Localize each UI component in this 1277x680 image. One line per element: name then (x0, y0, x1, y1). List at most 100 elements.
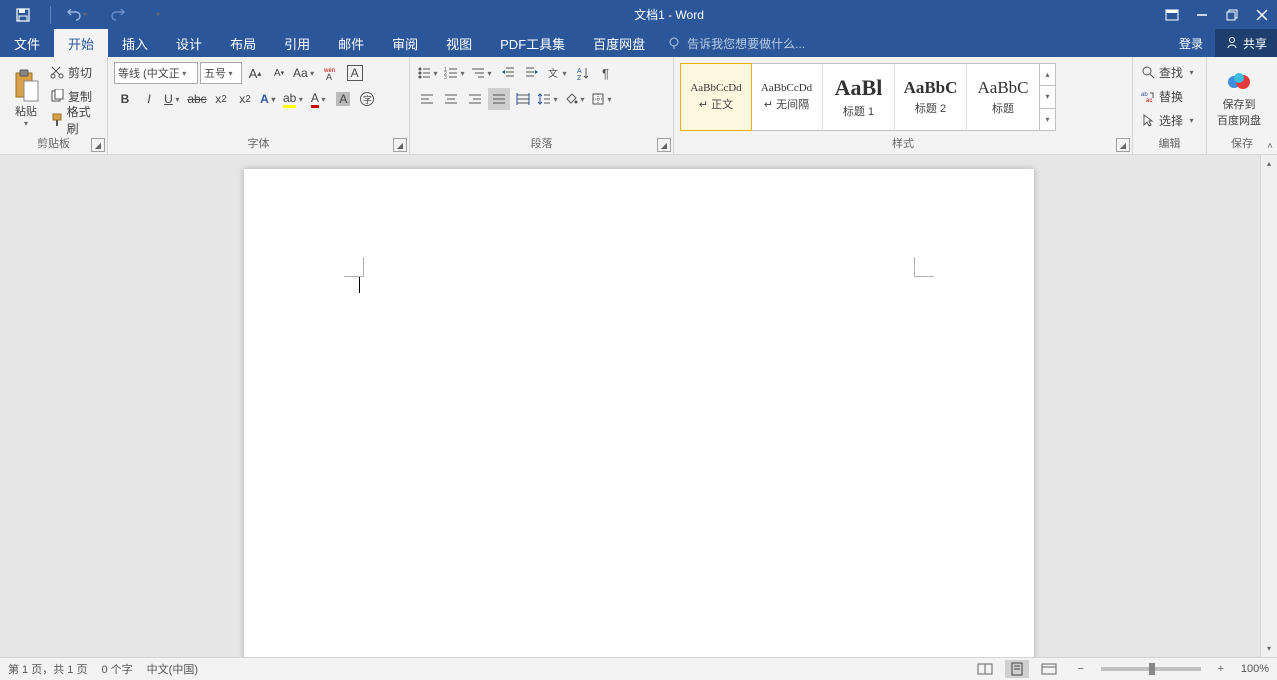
qat-customize-button[interactable]: ▾ (143, 0, 173, 29)
asian-layout-button[interactable]: 文▾ (545, 62, 570, 84)
status-page[interactable]: 第 1 页，共 1 页 (8, 661, 87, 677)
gallery-expand[interactable]: ▾ (1040, 109, 1055, 130)
italic-button[interactable]: I (138, 88, 160, 110)
numbering-button[interactable]: 123▾ (443, 62, 468, 84)
zoom-slider[interactable] (1101, 667, 1201, 671)
multilevel-list-button[interactable]: ▾ (470, 62, 495, 84)
shading-button[interactable]: ▾ (563, 88, 588, 110)
minimize-button[interactable] (1187, 0, 1217, 29)
justify-button[interactable] (488, 88, 510, 110)
style-title[interactable]: AaBbC 标题 (967, 64, 1039, 130)
group-label-editing: 编辑 (1133, 135, 1206, 154)
tab-layout[interactable]: 布局 (216, 29, 270, 57)
font-name-combo[interactable]: 等线 (中文正▾ (114, 62, 198, 84)
decrease-indent-button[interactable] (497, 62, 519, 84)
show-marks-button[interactable]: ¶ (596, 62, 618, 84)
group-clipboard: 粘贴 ▾ 剪切 复制 格式刷 剪贴板 ◢ (0, 57, 108, 154)
tab-pdf[interactable]: PDF工具集 (486, 29, 579, 57)
tab-references[interactable]: 引用 (270, 29, 324, 57)
tab-design[interactable]: 设计 (162, 29, 216, 57)
scroll-down-button[interactable]: ▾ (1261, 640, 1277, 657)
ribbon-options-button[interactable] (1157, 0, 1187, 29)
chevron-down-icon[interactable]: ▾ (81, 10, 90, 19)
sort-button[interactable]: AZ (572, 62, 594, 84)
enclose-characters-button[interactable]: 字 (356, 88, 378, 110)
zoom-thumb[interactable] (1149, 663, 1155, 675)
phonetic-guide-button[interactable]: wénA (320, 62, 342, 84)
tab-home[interactable]: 开始 (54, 29, 108, 57)
change-case-button[interactable]: Aa▾ (292, 62, 318, 84)
zoom-level[interactable]: 100% (1241, 663, 1269, 675)
style-heading2[interactable]: AaBbC 标题 2 (895, 64, 967, 130)
style-name: 标题 (992, 100, 1014, 116)
save-to-baidu-button[interactable]: 保存到 百度网盘 (1213, 61, 1265, 135)
gallery-scroll-up[interactable]: ▴ (1040, 64, 1055, 86)
tab-view[interactable]: 视图 (432, 29, 486, 57)
highlight-button[interactable]: ab▾ (282, 88, 306, 110)
gallery-scroll-down[interactable]: ▾ (1040, 86, 1055, 108)
restore-button[interactable] (1217, 0, 1247, 29)
format-painter-button[interactable]: 格式刷 (48, 109, 101, 131)
text-effects-button[interactable]: A▾ (258, 88, 280, 110)
clipboard-launcher[interactable]: ◢ (91, 138, 105, 152)
paste-button[interactable]: 粘贴 ▾ (6, 61, 46, 135)
select-button[interactable]: 选择▾ (1139, 109, 1198, 131)
login-button[interactable]: 登录 (1167, 29, 1215, 57)
bold-button[interactable]: B (114, 88, 136, 110)
find-button[interactable]: 查找▾ (1139, 61, 1198, 83)
increase-indent-button[interactable] (521, 62, 543, 84)
align-left-button[interactable] (416, 88, 438, 110)
collapse-ribbon-button[interactable]: ˄ (1267, 141, 1273, 152)
status-words[interactable]: 0 个字 (101, 661, 132, 677)
tab-review[interactable]: 审阅 (378, 29, 432, 57)
tab-baidu[interactable]: 百度网盘 (579, 29, 659, 57)
style-preview: AaBbCcDd (761, 82, 812, 94)
bullets-button[interactable]: ▾ (416, 62, 441, 84)
share-button[interactable]: 共享 (1215, 29, 1277, 57)
style-normal[interactable]: AaBbCcDd ↵ 正文 (680, 63, 752, 131)
style-heading1[interactable]: AaBl 标题 1 (823, 64, 895, 130)
borders-button[interactable]: ▾ (590, 88, 615, 110)
font-size-combo[interactable]: 五号▾ (200, 62, 242, 84)
document-area[interactable] (0, 155, 1277, 657)
ribbon: 粘贴 ▾ 剪切 复制 格式刷 剪贴板 ◢ (0, 57, 1277, 155)
style-no-spacing[interactable]: AaBbCcDd ↵ 无间隔 (751, 64, 823, 130)
redo-button[interactable] (103, 0, 133, 29)
subscript-button[interactable]: x2 (210, 88, 232, 110)
tab-mailings[interactable]: 邮件 (324, 29, 378, 57)
save-button[interactable] (8, 0, 38, 29)
grow-font-button[interactable]: A▴ (244, 62, 266, 84)
read-mode-button[interactable] (973, 660, 997, 678)
zoom-in-button[interactable]: + (1209, 660, 1233, 678)
vertical-scrollbar[interactable]: ▴ ▾ (1260, 155, 1277, 657)
font-launcher[interactable]: ◢ (393, 138, 407, 152)
character-border-button[interactable]: A (344, 62, 366, 84)
distributed-button[interactable] (512, 88, 534, 110)
align-right-button[interactable] (464, 88, 486, 110)
shrink-font-button[interactable]: A▾ (268, 62, 290, 84)
undo-button[interactable]: ▾ (63, 0, 93, 29)
paste-label: 粘贴 (15, 103, 37, 119)
strikethrough-button[interactable]: abc (186, 88, 208, 110)
tab-insert[interactable]: 插入 (108, 29, 162, 57)
svg-text:Z: Z (577, 75, 582, 80)
line-spacing-button[interactable]: ▾ (536, 88, 561, 110)
paragraph-launcher[interactable]: ◢ (657, 138, 671, 152)
zoom-out-button[interactable]: − (1069, 660, 1093, 678)
page[interactable] (244, 169, 1034, 657)
print-layout-button[interactable] (1005, 660, 1029, 678)
font-color-button[interactable]: A▾ (308, 88, 330, 110)
align-center-button[interactable] (440, 88, 462, 110)
tell-me-search[interactable]: 告诉我您想要做什么... (659, 29, 1167, 57)
tab-file[interactable]: 文件 (0, 29, 54, 57)
web-layout-button[interactable] (1037, 660, 1061, 678)
underline-button[interactable]: U▾ (162, 88, 184, 110)
scroll-up-button[interactable]: ▴ (1261, 155, 1277, 172)
cut-button[interactable]: 剪切 (48, 61, 101, 83)
superscript-button[interactable]: x2 (234, 88, 256, 110)
status-language[interactable]: 中文(中国) (147, 661, 198, 677)
replace-button[interactable]: abac 替换 (1139, 85, 1198, 107)
character-shading-button[interactable]: A (332, 88, 354, 110)
close-button[interactable] (1247, 0, 1277, 29)
styles-launcher[interactable]: ◢ (1116, 138, 1130, 152)
